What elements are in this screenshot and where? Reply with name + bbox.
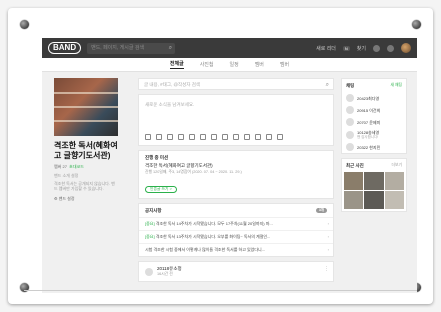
more-options-icon[interactable]: ⋮ xyxy=(324,266,329,272)
notice-item[interactable]: 시험 격조한 시험 중에서 이렇게나 많이들 격조한 독서를 하고 있었다니..… xyxy=(139,243,333,256)
tab-photos[interactable]: 사진첩 xyxy=(200,61,214,68)
global-search-input[interactable]: 밴드, 페이지, 게시글 검색 ⌕ xyxy=(87,42,176,54)
write-proof-button[interactable]: 인증글 쓰기 > xyxy=(145,186,177,193)
band-intro-text: 격조한 독서는 공개되지 않습니다. 밴드 멤버만 가입할 수 있습니다. xyxy=(54,181,115,191)
mission-card: 진행 중 미션 격조한 독서(혜화여고 글향기도서관) 진행 120일째, 주3… xyxy=(138,150,334,199)
device-frame: BAND 밴드, 페이지, 게시글 검색 ⌕ 새로 리더 N 찾기 전체글 사진… xyxy=(8,8,433,304)
intro-setting-link[interactable]: 밴드 소개 설정 xyxy=(54,173,118,178)
tab-members[interactable]: 멤버 xyxy=(255,61,264,68)
tab-all-posts[interactable]: 전체글 xyxy=(169,60,184,69)
notice-heading: 공지사항 3개 xyxy=(139,204,333,217)
chat-heading: 채팅 새 채팅 xyxy=(346,83,402,88)
tab-members-2[interactable]: 멤버 xyxy=(280,61,289,68)
photos-heading: 최근 사진 더보기 xyxy=(346,163,402,168)
search-icon[interactable]: ⌕ xyxy=(326,79,329,91)
photo-thumbnail[interactable] xyxy=(344,172,364,190)
new-reader-link[interactable]: 새로 리더 xyxy=(316,45,336,52)
chat-card: 채팅 새 채팅 20423최다영 20915 이건희 20707 윤제미 101… xyxy=(341,78,407,154)
band-cover-image[interactable] xyxy=(54,78,118,136)
notice-item[interactable]: [중요] 격조한 독서 14주차가 시작됐습니다. 모두 17주차(11월 20… xyxy=(139,217,333,230)
notice-card: 공지사항 3개 [중요] 격조한 독서 14주차가 시작됐습니다. 모두 17주… xyxy=(138,203,334,257)
search-icon[interactable]: ⌕ xyxy=(169,43,172,54)
location-icon[interactable] xyxy=(255,134,261,140)
band-settings-link[interactable]: ⚙ 밴드 설정 xyxy=(54,196,118,202)
notification-icon[interactable] xyxy=(373,44,380,52)
screw-icon xyxy=(20,20,29,29)
new-badge: N xyxy=(342,45,350,51)
top-bar: BAND 밴드, 페이지, 게시글 검색 ⌕ 새로 리더 N 찾기 xyxy=(42,38,417,58)
notice-count-button[interactable]: 3개 xyxy=(315,208,327,213)
photo-thumbnail[interactable] xyxy=(384,191,404,209)
composer-placeholder: 새로운 소식을 남겨보세요. xyxy=(145,102,195,107)
vote-icon[interactable] xyxy=(211,134,217,140)
profile-avatar[interactable] xyxy=(401,43,411,53)
member-icon[interactable] xyxy=(244,134,250,140)
clock-icon[interactable] xyxy=(266,134,272,140)
more-icon[interactable] xyxy=(277,134,283,140)
file-icon[interactable] xyxy=(189,134,195,140)
recent-photos-card: 최근 사진 더보기 xyxy=(341,158,407,212)
video-icon[interactable] xyxy=(167,134,173,140)
photo-thumbnail[interactable] xyxy=(344,191,364,209)
screw-icon xyxy=(412,20,421,29)
photo-thumbnail[interactable] xyxy=(384,172,404,190)
invite-code-link[interactable]: 초대코드 xyxy=(69,164,84,169)
photo-icon[interactable] xyxy=(145,134,151,140)
new-chat-link[interactable]: 새 채팅 xyxy=(390,83,402,88)
band-nav: 전체글 사진첩 일정 멤버 멤버 xyxy=(42,58,417,72)
photo-grid xyxy=(342,172,406,211)
chevron-right-icon: › xyxy=(327,247,329,252)
band-screen: BAND 밴드, 페이지, 게시글 검색 ⌕ 새로 리더 N 찾기 전체글 사진… xyxy=(42,38,417,293)
chat-item[interactable]: 20322 한지민 xyxy=(342,141,406,153)
gif-icon[interactable] xyxy=(178,134,184,140)
member-count[interactable]: 멤버 27 xyxy=(54,164,67,169)
frame-divider xyxy=(24,290,417,291)
chat-avatar xyxy=(346,106,354,114)
find-link[interactable]: 찾기 xyxy=(357,45,366,52)
tab-schedule[interactable]: 일정 xyxy=(230,61,239,68)
chevron-right-icon: › xyxy=(327,234,329,239)
chat-avatar xyxy=(346,130,354,139)
mission-subtitle: 진행 120일째, 주3, 14명참여 (2020. 07. 04 ~ 2020… xyxy=(145,170,242,174)
chat-item[interactable]: 10128송세영 밴 감사합니다! xyxy=(342,128,406,141)
notice-item[interactable]: [중요] 격조한 독서 13주차가 시작됐습니다. 오부를 화이팅~ 독서의 계… xyxy=(139,230,333,243)
composer-toolbar xyxy=(145,134,283,140)
todo-icon[interactable] xyxy=(233,134,239,140)
chat-icon[interactable] xyxy=(387,44,394,52)
chat-item[interactable]: 20915 이건희 xyxy=(342,104,406,116)
chat-item[interactable]: 20707 윤제미 xyxy=(342,116,406,128)
mission-heading: 진행 중 미션 xyxy=(145,155,169,160)
chevron-right-icon: › xyxy=(327,221,329,226)
content-columns: 격조한 독서(혜화여고 글향기도서관) 멤버 27 초대코드 밴드 소개 설정 … xyxy=(42,72,417,293)
chat-item[interactable]: 20423최다영 xyxy=(342,92,406,104)
right-sidebar: 채팅 새 채팅 20423최다영 20915 이건희 20707 윤제미 101… xyxy=(341,78,407,216)
photo-thumbnail[interactable] xyxy=(364,191,384,209)
chat-avatar xyxy=(346,118,354,126)
post-header: 20118유소정 16시간 전 ⋮ xyxy=(138,261,334,282)
band-info-panel: 격조한 독서(혜화여고 글향기도서관) 멤버 27 초대코드 밴드 소개 설정 … xyxy=(54,78,118,202)
chat-avatar xyxy=(346,94,354,102)
post-composer[interactable]: 새로운 소식을 남겨보세요. xyxy=(138,94,334,146)
topbar-right: 새로 리더 N 찾기 xyxy=(316,38,411,58)
image-icon[interactable] xyxy=(156,134,162,140)
calendar-icon[interactable] xyxy=(222,134,228,140)
band-meta: 멤버 27 초대코드 xyxy=(54,164,118,170)
feed-column: 글 내용, #태그, @작성자 검색 ⌕ 새로운 소식을 남겨보세요. 진행 중… xyxy=(138,78,334,286)
author-avatar[interactable] xyxy=(145,267,153,276)
band-logo[interactable]: BAND xyxy=(48,42,82,54)
post-search-input[interactable]: 글 내용, #태그, @작성자 검색 ⌕ xyxy=(138,78,334,90)
attach-icon[interactable] xyxy=(200,134,206,140)
photo-thumbnail[interactable] xyxy=(364,172,384,190)
band-title: 격조한 독서(혜화여고 글향기도서관) xyxy=(54,141,118,160)
post-time: 16시간 전 xyxy=(157,272,173,276)
chat-avatar xyxy=(346,143,354,151)
more-photos-link[interactable]: 더보기 xyxy=(392,163,402,168)
